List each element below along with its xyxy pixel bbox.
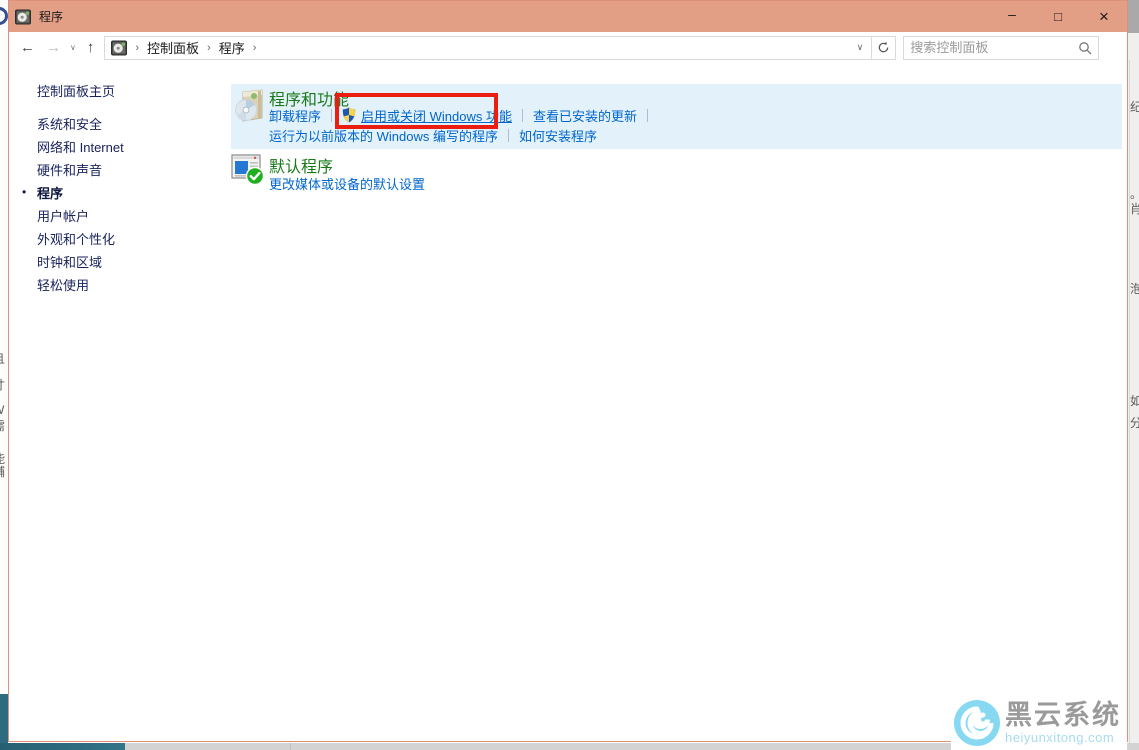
sidebar-item-programs[interactable]: 程序 [37, 183, 63, 202]
task-link-change-default-settings-media-devices[interactable]: 更改媒体或设备的默认设置 [269, 174, 425, 193]
close-button[interactable]: × [1081, 1, 1127, 32]
minimize-button[interactable]: – [989, 1, 1035, 32]
default-programs-links-row: 更改媒体或设备的默认设置 [269, 174, 425, 192]
background-text-fragment: 纪 [1130, 98, 1139, 115]
breadcrumb-programs[interactable]: 程序 [219, 38, 245, 57]
uac-shield-icon [342, 107, 356, 123]
sidebar-item-user-accounts[interactable]: 用户帐户 [37, 206, 89, 225]
refresh-button[interactable] [872, 36, 896, 60]
breadcrumb-page-icon [111, 40, 127, 56]
sidebar-item-appearance-personalization[interactable]: 外观和个性化 [37, 229, 115, 248]
screenshot-canvas: 且 寸 W 需 能 辅 纪 。 肖 泡 如 分 [0, 0, 1139, 750]
desktop-wallpaper-fragment [0, 694, 8, 750]
task-link-how-to-install-program[interactable]: 如何安装程序 [519, 126, 597, 145]
background-text-fragment: 且 [0, 350, 8, 367]
up-button[interactable]: ↑ [87, 40, 95, 55]
window-controls: – □ × [989, 1, 1127, 32]
maximize-button[interactable]: □ [1035, 1, 1081, 32]
search-box[interactable] [903, 36, 1099, 60]
task-link-turn-windows-features-on-off[interactable]: 启用或关闭 Windows 功能 [361, 106, 512, 125]
watermark-url: heiyunxitong.com [1005, 731, 1121, 744]
sidebar-item-hardware-sound[interactable]: 硬件和声音 [37, 160, 102, 179]
address-toolbar: ← → ∨ ↑ › 控制面板 › 程序 › [9, 32, 1127, 63]
sidebar-item-system-security[interactable]: 系统和安全 [37, 114, 102, 133]
programs-features-links-row2: 运行为以前版本的 Windows 编写的程序 如何安装程序 [269, 126, 597, 144]
desktop-wallpaper-bottom [0, 743, 125, 750]
breadcrumb-separator-icon[interactable]: › [135, 42, 139, 54]
task-link-uninstall-program[interactable]: 卸载程序 [269, 106, 321, 125]
background-text-fragment: 分 [1130, 414, 1139, 431]
search-input[interactable] [910, 40, 1078, 55]
background-text-fragment: W [0, 403, 8, 417]
titlebar[interactable]: 程序 – □ × [9, 1, 1127, 32]
background-window-divider [1129, 60, 1130, 743]
background-window-seam [290, 743, 291, 750]
programs-features-links-row1: 卸载程序 启用或关闭 Windows 功能 查看已安装的更新 [269, 106, 658, 124]
search-icon[interactable] [1078, 41, 1092, 55]
sidebar-item-ease-of-access[interactable]: 轻松使用 [37, 275, 89, 294]
heiyun-cloud-logo-icon [953, 699, 1001, 747]
recent-pages-chevron-icon[interactable]: ∨ [70, 43, 76, 52]
watermark-title: 黑云系统 [1005, 702, 1121, 729]
active-item-bullet: • [22, 185, 26, 199]
link-separator [331, 109, 332, 122]
background-text-fragment: 肖 [1130, 200, 1139, 217]
address-bar[interactable]: › 控制面板 › 程序 › ∨ [104, 36, 872, 60]
sidebar-item-network-internet[interactable]: 网络和 Internet [37, 137, 124, 156]
background-text-fragment: 寸 [0, 376, 8, 393]
background-text-fragment: 辅 [0, 463, 8, 480]
sidebar-item-clock-region[interactable]: 时钟和区域 [37, 252, 102, 271]
window-title: 程序 [39, 8, 63, 25]
control-panel-window: 程序 – □ × ← → ∨ ↑ [8, 0, 1128, 742]
breadcrumb-control-panel[interactable]: 控制面板 [147, 38, 199, 57]
task-link-view-installed-updates[interactable]: 查看已安装的更新 [533, 106, 637, 125]
programs-features-icon[interactable] [234, 89, 266, 125]
background-text-fragment: 泡 [1130, 280, 1139, 297]
breadcrumb-separator-icon[interactable]: › [207, 42, 211, 54]
link-separator [508, 129, 509, 142]
watermark: 黑云系统 heiyunxitong.com [951, 695, 1127, 750]
link-separator [647, 109, 648, 122]
background-window-left-strip: 且 寸 W 需 能 辅 [0, 0, 8, 750]
back-button[interactable]: ← [20, 40, 35, 55]
sidebar-item-control-panel-home[interactable]: 控制面板主页 [37, 81, 115, 100]
link-separator [522, 109, 523, 122]
programs-window-icon [15, 9, 31, 25]
address-history-chevron-icon[interactable]: ∨ [857, 42, 864, 53]
background-text-fragment: 如 [1130, 392, 1139, 409]
breadcrumb-separator-icon[interactable]: › [253, 42, 257, 54]
forward-button[interactable]: → [46, 40, 61, 55]
task-link-run-programs-for-previous-windows[interactable]: 运行为以前版本的 Windows 编写的程序 [269, 126, 498, 145]
refresh-icon [877, 41, 890, 54]
default-programs-icon[interactable] [231, 154, 265, 186]
background-text-fragment: 需 [0, 417, 8, 434]
